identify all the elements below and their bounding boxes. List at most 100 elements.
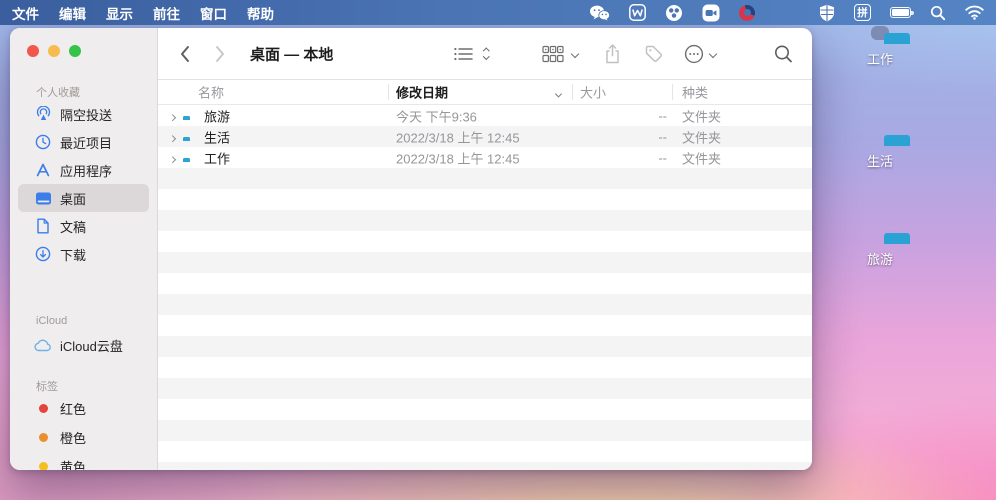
search-button[interactable] xyxy=(774,44,793,63)
wechat-icon[interactable] xyxy=(589,4,610,22)
menu-status-area: 拼 xyxy=(589,0,984,25)
column-divider[interactable] xyxy=(388,84,389,100)
disclosure-chevron-icon[interactable] xyxy=(169,108,176,123)
sidebar-item-label: 下载 xyxy=(60,247,87,263)
file-row-work[interactable]: 工作 2022/3/18 上午 12:45 -- 文件夹 xyxy=(158,147,812,168)
file-name: 旅游 xyxy=(204,109,231,124)
sidebar-item-applications[interactable]: 应用程序 xyxy=(18,156,149,184)
sidebar-item-tag-orange[interactable]: 橙色 xyxy=(18,423,149,452)
share-button[interactable] xyxy=(604,43,621,64)
desktop-icon-label: 旅游 xyxy=(866,252,893,267)
battery-icon[interactable] xyxy=(890,4,914,22)
file-name: 工作 xyxy=(204,151,231,166)
column-header-kind[interactable]: 种类 xyxy=(682,83,708,102)
desktop-icon-box xyxy=(871,128,910,146)
security-shield-icon[interactable] xyxy=(819,4,835,22)
desktop-icon-travel[interactable]: 旅游 xyxy=(838,226,922,268)
column-divider[interactable] xyxy=(572,84,573,100)
sidebar-item-label: 文稿 xyxy=(60,219,87,235)
document-icon xyxy=(34,217,52,235)
sidebar-item-label: 黄色 xyxy=(60,460,87,470)
close-button[interactable] xyxy=(27,45,39,57)
desktop-icon-life[interactable]: 生活 xyxy=(838,128,922,170)
minimize-button[interactable] xyxy=(48,45,60,57)
sidebar: 个人收藏 隔空投送 最近项目 应用程序 桌面 文稿 下载 iCloud iClo… xyxy=(10,28,158,470)
back-button[interactable] xyxy=(178,44,192,64)
column-header-name[interactable]: 名称 xyxy=(198,83,224,102)
desktop-icon-label: 生活 xyxy=(866,154,893,169)
desktop-icon-selection xyxy=(871,26,910,44)
sidebar-item-label: 隔空投送 xyxy=(60,107,113,123)
file-row-travel[interactable]: 旅游 今天 下午9:36 -- 文件夹 xyxy=(158,105,812,126)
file-name: 生活 xyxy=(204,130,231,145)
file-size: -- xyxy=(658,108,667,123)
menu-window[interactable]: 窗口 xyxy=(200,3,227,23)
menu-view[interactable]: 显示 xyxy=(106,3,133,23)
group-by-button[interactable] xyxy=(542,45,564,62)
wps-office-icon[interactable] xyxy=(629,4,646,22)
sidebar-section-tags: 标签 xyxy=(36,381,58,393)
finder-window: 个人收藏 隔空投送 最近项目 应用程序 桌面 文稿 下载 iCloud iClo… xyxy=(10,28,812,470)
file-kind: 文件夹 xyxy=(682,130,722,145)
list-header: 名称 修改日期 大小 种类 xyxy=(158,80,812,105)
disclosure-chevron-icon[interactable] xyxy=(169,150,176,165)
video-meeting-icon[interactable] xyxy=(702,4,720,22)
menu-edit[interactable]: 编辑 xyxy=(59,3,86,23)
download-icon xyxy=(34,245,52,263)
file-date: 今天 下午9:36 xyxy=(396,109,477,124)
column-header-date[interactable]: 修改日期 xyxy=(396,83,448,102)
sidebar-item-icloud-drive[interactable]: iCloud云盘 xyxy=(18,331,149,359)
sidebar-item-airdrop[interactable]: 隔空投送 xyxy=(18,100,149,128)
sidebar-item-downloads[interactable]: 下载 xyxy=(18,240,149,268)
sort-direction-icon xyxy=(554,85,563,100)
zoom-button[interactable] xyxy=(69,45,81,57)
desktop-icon xyxy=(34,189,52,207)
more-actions-button[interactable] xyxy=(684,44,704,64)
window-title: 桌面 — 本地 xyxy=(250,46,334,63)
menu-list: 文件 编辑 显示 前往 窗口 帮助 xyxy=(0,3,294,23)
column-divider[interactable] xyxy=(672,84,673,100)
clock-icon xyxy=(34,133,52,151)
sidebar-item-label: 应用程序 xyxy=(60,163,113,179)
desktop-icon-work[interactable]: 工作 xyxy=(838,26,922,68)
toolbar: 桌面 — 本地 xyxy=(158,28,812,80)
share-circles-icon[interactable] xyxy=(665,4,683,22)
spotlight-search-icon[interactable] xyxy=(930,4,946,22)
view-mode-chevrons-icon xyxy=(483,47,490,60)
sidebar-item-tag-red[interactable]: 红色 xyxy=(18,394,149,423)
pinyin-input-icon[interactable]: 拼 xyxy=(854,4,871,22)
applications-icon xyxy=(34,161,52,179)
sidebar-item-desktop[interactable]: 桌面 xyxy=(18,184,149,212)
file-size: -- xyxy=(658,150,667,165)
sidebar-item-label: 桌面 xyxy=(60,191,87,207)
file-kind: 文件夹 xyxy=(682,109,722,124)
sidebar-item-label: 最近项目 xyxy=(60,135,113,151)
disclosure-chevron-icon[interactable] xyxy=(169,129,176,144)
file-kind: 文件夹 xyxy=(682,151,722,166)
menu-help[interactable]: 帮助 xyxy=(247,3,274,23)
orange-tag-icon xyxy=(34,429,52,447)
airdrop-icon xyxy=(34,105,52,123)
more-actions-chevron-icon xyxy=(708,49,718,58)
sidebar-item-tag-yellow[interactable]: 黄色 xyxy=(18,452,149,470)
wifi-icon[interactable] xyxy=(965,4,984,22)
group-by-chevron-icon xyxy=(570,49,580,58)
menu-go[interactable]: 前往 xyxy=(153,3,180,23)
menu-bar: 文件 编辑 显示 前往 窗口 帮助 拼 xyxy=(0,0,996,25)
browser-swirl-icon[interactable] xyxy=(739,4,755,22)
sidebar-item-label: 橙色 xyxy=(60,431,87,446)
tags-button[interactable] xyxy=(644,44,664,64)
file-row-life[interactable]: 生活 2022/3/18 上午 12:45 -- 文件夹 xyxy=(158,126,812,147)
file-size: -- xyxy=(658,129,667,144)
forward-button[interactable] xyxy=(213,44,227,64)
menu-file[interactable]: 文件 xyxy=(12,3,39,23)
sidebar-item-recents[interactable]: 最近项目 xyxy=(18,128,149,156)
cloud-icon xyxy=(34,336,52,354)
view-mode-button[interactable] xyxy=(453,46,474,62)
file-date: 2022/3/18 上午 12:45 xyxy=(396,151,520,166)
sidebar-item-label: iCloud云盘 xyxy=(60,338,123,354)
sidebar-section-favorites: 个人收藏 xyxy=(36,87,80,99)
window-main: 桌面 — 本地 名称 修改日期 大小 种类 旅游 今天 下午9:36 -- 文件… xyxy=(158,28,812,470)
column-header-size[interactable]: 大小 xyxy=(580,83,606,102)
sidebar-item-documents[interactable]: 文稿 xyxy=(18,212,149,240)
